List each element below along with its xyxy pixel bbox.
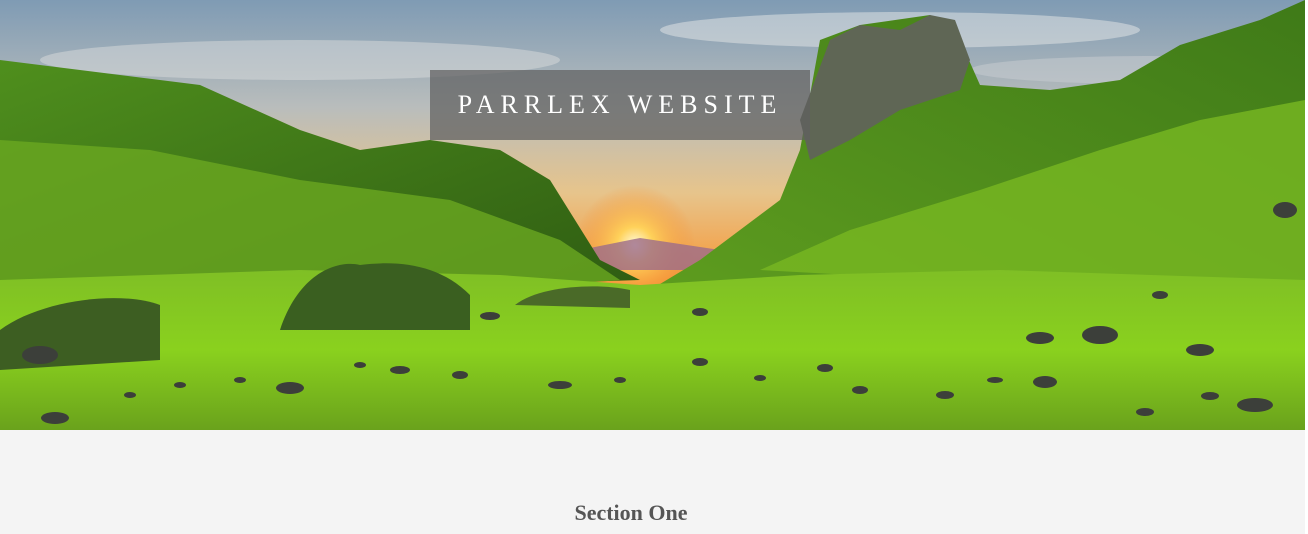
hero-banner: PARRLEX WEBSITE (0, 0, 1305, 430)
section-one: Section One (0, 430, 1305, 534)
site-title: PARRLEX WEBSITE (457, 90, 783, 119)
site-title-box: PARRLEX WEBSITE (430, 70, 810, 140)
landscape-background-image (0, 0, 1305, 430)
section-title: Section One (574, 500, 688, 525)
